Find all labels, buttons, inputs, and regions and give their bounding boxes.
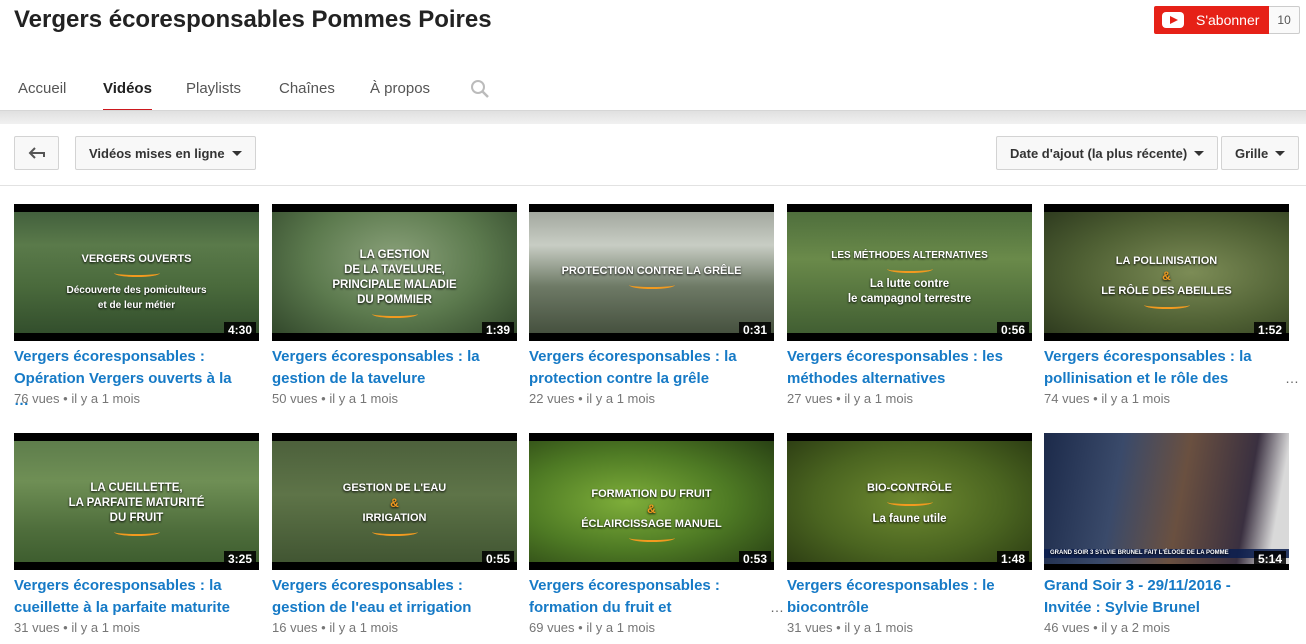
back-arrow-icon [28,147,45,159]
more-icon: … [770,599,784,615]
video-card: Formation du fruit & éclaircissage manue… [529,433,784,644]
tabs-divider [0,110,1306,124]
subscribe-label: S'abonner [1196,12,1260,28]
video-title[interactable]: Vergers écoresponsables : la gestion de … [272,346,507,390]
view-dropdown[interactable]: Grille [1221,136,1300,170]
video-meta: 74 vues • il y a 1 mois [1044,391,1170,406]
video-meta: 50 vues • il y a 1 mois [272,391,398,406]
video-title[interactable]: Vergers écoresponsables : la pollinisati… [1044,346,1279,390]
video-meta: 76 vues • il y a 1 mois [14,391,140,406]
thumbnail-overlay-text: Gestion de l'eau & irrigation [272,481,517,536]
video-duration: 5:14 [1253,551,1286,567]
video-title[interactable]: Vergers écoresponsables : formation du f… [529,575,764,619]
video-meta: 46 vues • il y a 2 mois [1044,620,1170,635]
video-thumbnail[interactable]: Protection contre la grêle 0:31 [529,204,774,341]
video-card: La pollinisation & Le rôle des abeilles … [1044,204,1299,419]
swoosh-icon [1143,301,1190,309]
tab-playlists[interactable]: Playlists [186,80,241,112]
video-meta: 31 vues • il y a 1 mois [787,620,913,635]
video-card: La cueillette, la parfaite maturité du f… [14,433,259,644]
tab-home[interactable]: Accueil [18,80,66,112]
video-thumbnail[interactable]: Gestion de l'eau & irrigation 0:55 [272,433,517,570]
channel-tabs: Accueil Vidéos Playlists Chaînes À propo… [0,70,1306,112]
video-card: Protection contre la grêle 0:31 Vergers … [529,204,774,419]
thumbnail-overlay-text: Les méthodes alternatives La lutte contr… [831,250,988,305]
video-thumbnail[interactable]: Bio-contrôle La faune utile 1:48 [787,433,1032,570]
video-title[interactable]: Vergers écoresponsables : le biocontrôle [787,575,1022,619]
video-duration: 0:55 [481,551,514,567]
back-button[interactable] [14,136,59,170]
subscribe-widget: S'abonner 10 [1154,6,1300,34]
video-title[interactable]: Vergers écoresponsables : la cueillette … [14,575,249,619]
thumbnail-overlay-text: Bio-contrôle La faune utile [867,482,952,525]
video-thumbnail[interactable]: Les méthodes alternatives La lutte contr… [787,204,1032,341]
video-card: La gestion de la tavelure, principale ma… [272,204,517,419]
chevron-down-icon [1275,150,1286,156]
subscribe-button[interactable]: S'abonner [1154,6,1270,34]
uploads-filter-label: Vidéos mises en ligne [89,145,225,161]
video-duration: 4:30 [223,322,256,338]
chevron-down-icon [231,150,242,156]
video-duration: 3:25 [223,551,256,567]
video-card: Les méthodes alternatives La lutte contr… [787,204,1032,419]
tab-channels[interactable]: Chaînes [279,80,335,112]
video-duration: 0:53 [738,551,771,567]
channel-title: Vergers écoresponsables Pommes Poires [14,6,492,33]
video-card: GRAND SOIR 3 SYLVIE BRUNEL FAIT L'ÉLOGE … [1044,433,1289,644]
youtube-play-icon [1162,12,1184,28]
video-thumbnail[interactable]: Vergers ouverts Découverte des pomiculte… [14,204,259,341]
swoosh-icon [371,310,418,318]
video-meta: 22 vues • il y a 1 mois [529,391,655,406]
video-thumbnail[interactable]: La cueillette, la parfaite maturité du f… [14,433,259,570]
video-meta: 27 vues • il y a 1 mois [787,391,913,406]
video-title[interactable]: Grand Soir 3 - 29/11/2016 - Invitée : Sy… [1044,575,1279,619]
video-duration: 0:31 [738,322,771,338]
sort-dropdown[interactable]: Date d'ajout (la plus récente) [996,136,1219,170]
swoosh-icon [628,281,675,289]
video-title[interactable]: Vergers écoresponsables : la protection … [529,346,764,390]
thumbnail-overlay-text: La gestion de la tavelure, principale ma… [272,248,517,318]
video-card: Gestion de l'eau & irrigation 0:55 Verge… [272,433,517,644]
tab-about[interactable]: À propos [370,80,430,112]
thumbnail-overlay-text: Protection contre la grêle [529,264,774,289]
news-ticker: GRAND SOIR 3 SYLVIE BRUNEL FAIT L'ÉLOGE … [1044,549,1289,558]
chevron-down-icon [1194,150,1205,156]
swoosh-icon [113,528,160,536]
video-card: Vergers ouverts Découverte des pomiculte… [14,204,259,419]
video-thumbnail[interactable]: La pollinisation & Le rôle des abeilles … [1044,204,1289,341]
video-duration: 0:56 [996,322,1029,338]
swoosh-icon [628,534,675,542]
video-duration: 1:52 [1253,322,1286,338]
thumbnail-overlay-text: Vergers ouverts Découverte des pomiculte… [66,253,207,311]
uploads-filter-dropdown[interactable]: Vidéos mises en ligne [75,136,256,170]
video-thumbnail[interactable]: La gestion de la tavelure, principale ma… [272,204,517,341]
video-meta: 31 vues • il y a 1 mois [14,620,140,635]
swoosh-icon [886,498,933,506]
thumbnail-overlay-text: La pollinisation & Le rôle des abeilles [1044,254,1289,309]
tab-videos[interactable]: Vidéos [103,80,152,112]
video-meta: 16 vues • il y a 1 mois [272,620,398,635]
swoosh-icon [886,265,933,273]
video-thumbnail[interactable]: GRAND SOIR 3 SYLVIE BRUNEL FAIT L'ÉLOGE … [1044,433,1289,570]
swoosh-icon [113,269,160,277]
search-icon[interactable] [470,79,490,99]
video-meta: 69 vues • il y a 1 mois [529,620,655,635]
video-card: Bio-contrôle La faune utile 1:48 Vergers… [787,433,1032,644]
thumbnail-overlay-text: La cueillette, la parfaite maturité du f… [14,481,259,536]
subscriber-count: 10 [1269,6,1300,34]
sort-label: Date d'ajout (la plus récente) [1010,145,1188,161]
thumbnail-overlay-text: Formation du fruit & éclaircissage manue… [529,487,774,542]
video-duration: 1:39 [481,322,514,338]
video-title[interactable]: Vergers écoresponsables : les méthodes a… [787,346,1022,390]
more-icon: … [1285,370,1299,386]
swoosh-icon [371,528,418,536]
video-toolbar: Vidéos mises en ligne Date d'ajout (la p… [0,124,1306,186]
video-title[interactable]: Vergers écoresponsables : gestion de l'e… [272,575,507,619]
video-thumbnail[interactable]: Formation du fruit & éclaircissage manue… [529,433,774,570]
video-duration: 1:48 [996,551,1029,567]
view-label: Grille [1235,145,1269,161]
